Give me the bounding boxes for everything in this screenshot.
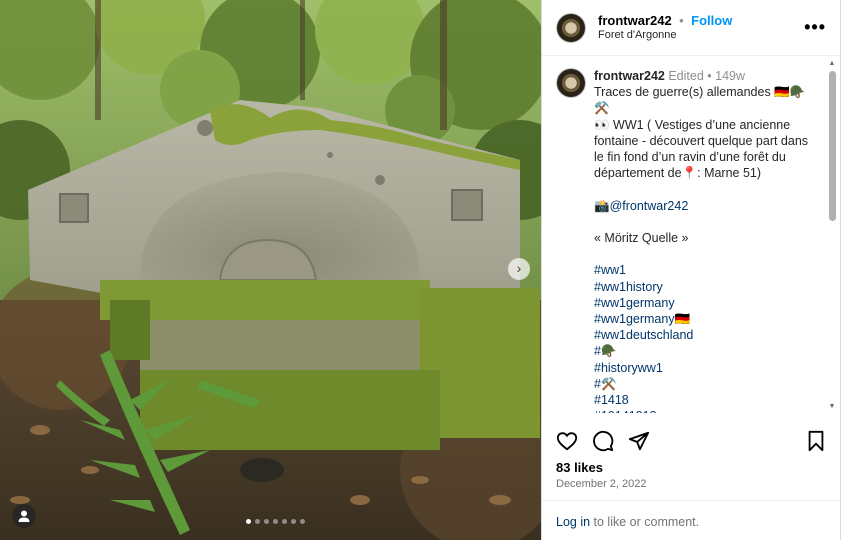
separator: •: [679, 12, 684, 28]
scroll-down-icon[interactable]: ▼: [828, 403, 836, 410]
carousel-dot: [300, 519, 305, 524]
carousel-dot: [282, 519, 287, 524]
post-header: frontwar242 • Follow Foret d'Argonne •••: [542, 0, 840, 56]
avatar[interactable]: [556, 12, 586, 43]
hashtag-link[interactable]: #ww1: [594, 262, 818, 278]
carousel-dot: [273, 519, 278, 524]
caption-text: frontwar242 Edited • 149w Traces de guer…: [594, 68, 818, 413]
fountain-photo: [0, 0, 541, 540]
post-date[interactable]: December 2, 2022: [556, 478, 647, 490]
share-icon[interactable]: [628, 430, 650, 452]
bookmark-icon[interactable]: [806, 430, 826, 452]
scrollbar-thumb[interactable]: [828, 71, 836, 221]
hashtag-link[interactable]: #🪖: [594, 343, 818, 359]
mention-link[interactable]: @frontwar242: [610, 199, 689, 213]
camera-icon: 📸: [594, 198, 610, 213]
hashtag-link[interactable]: #19141918: [594, 408, 818, 413]
login-link[interactable]: Log in: [556, 515, 590, 529]
login-prompt: Log in to like or comment.: [542, 500, 840, 540]
login-text: to like or comment.: [590, 515, 700, 529]
avatar[interactable]: [556, 68, 586, 98]
action-bar: [556, 428, 826, 454]
username[interactable]: frontwar242: [598, 13, 672, 28]
caption-area[interactable]: frontwar242 Edited • 149w Traces de guer…: [542, 58, 840, 413]
post-age[interactable]: 149w: [715, 69, 745, 83]
hashtag-link[interactable]: #⚒️: [594, 376, 818, 392]
scrollbar[interactable]: ▲ ▼: [828, 60, 836, 410]
carousel-dot: [246, 519, 251, 524]
hashtag-link[interactable]: #historyww1: [594, 360, 818, 376]
comment-icon[interactable]: [592, 430, 614, 452]
post-photo[interactable]: ›: [0, 0, 541, 540]
like-count[interactable]: 83 likes: [556, 460, 603, 475]
carousel-dots: [246, 519, 305, 524]
hashtag-link[interactable]: #ww1germany🇩🇪: [594, 311, 818, 327]
separator: •: [707, 69, 712, 83]
instagram-post: › frontwar242 • Follow Foret d'Argonne •…: [0, 0, 843, 540]
hashtag-list: #ww1 #ww1history #ww1germany #ww1germany🇩🇪 #…: [594, 262, 818, 413]
more-options-icon[interactable]: •••: [804, 17, 826, 38]
carousel-dot: [255, 519, 260, 524]
carousel-next-button[interactable]: ›: [508, 258, 530, 280]
tagged-users-icon[interactable]: [12, 504, 36, 528]
post-details-panel: frontwar242 • Follow Foret d'Argonne •••…: [541, 0, 841, 540]
carousel-dot: [291, 519, 296, 524]
hashtag-link[interactable]: #1418: [594, 392, 818, 408]
carousel-dot: [264, 519, 269, 524]
caption-line: Traces de guerre(s) allemandes 🇩🇪🪖⚒️: [594, 85, 806, 116]
hashtag-link[interactable]: #ww1deutschland: [594, 327, 818, 343]
hashtag-link[interactable]: #ww1history: [594, 279, 818, 295]
caption-quote: « Möritz Quelle »: [594, 231, 689, 245]
follow-button[interactable]: Follow: [691, 13, 732, 28]
caption-line: 👀 WW1 ( Vestiges d’une ancienne fontaine…: [594, 117, 809, 181]
hashtag-link[interactable]: #ww1germany: [594, 295, 818, 311]
edited-label: Edited: [668, 69, 704, 83]
heart-icon[interactable]: [556, 430, 578, 452]
location-link[interactable]: Foret d'Argonne: [598, 28, 732, 43]
caption-username[interactable]: frontwar242: [594, 69, 665, 83]
scroll-up-icon[interactable]: ▲: [828, 60, 836, 67]
